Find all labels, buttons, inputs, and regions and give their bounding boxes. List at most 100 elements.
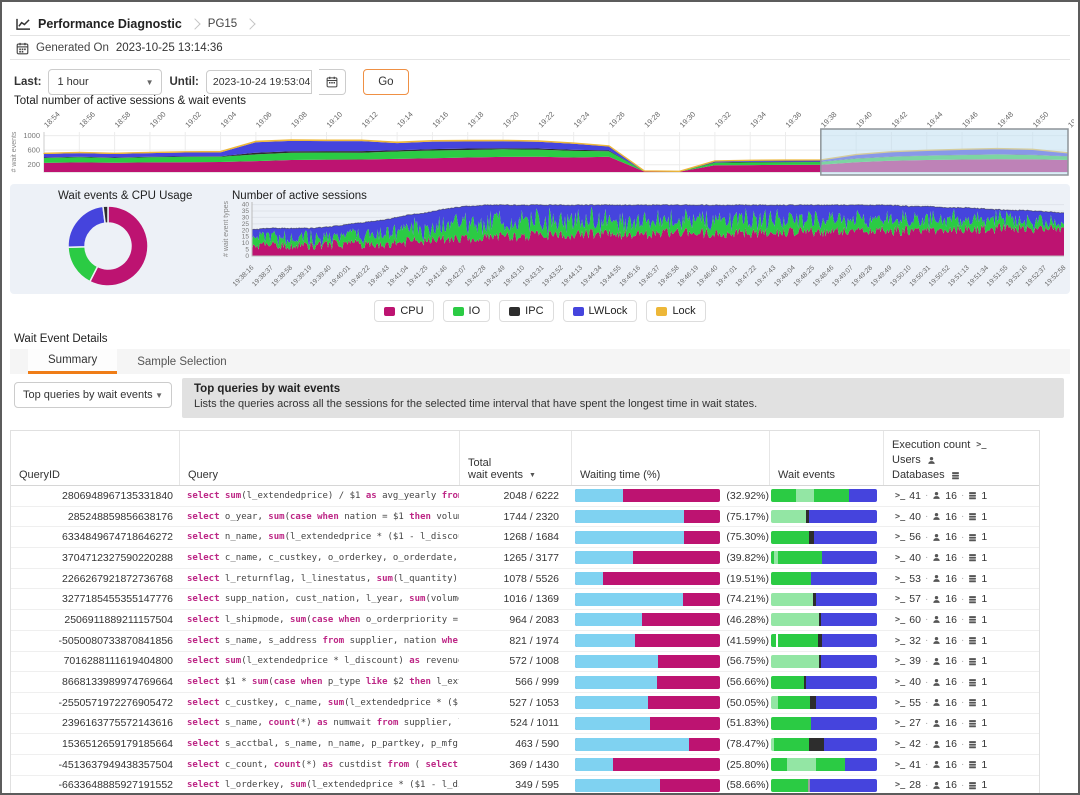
col-wait-events[interactable]: Wait events — [769, 431, 883, 485]
user-icon — [932, 512, 941, 521]
table-row[interactable]: 7016288111619404800select sum(l_extended… — [11, 651, 1039, 672]
wait-events-bar — [771, 613, 877, 626]
chevron-down-icon: ▼ — [155, 391, 163, 400]
databases-count: 1 — [981, 717, 987, 729]
databases-count: 1 — [981, 779, 987, 791]
waiting-time-cell: (32.92%) — [571, 489, 769, 502]
active-sessions-chart[interactable]: 0510152025303540# wait event types19:38:… — [216, 198, 1072, 292]
queryid-cell: 6334849674718646272 — [11, 531, 179, 543]
svg-text:35: 35 — [242, 208, 250, 215]
waiting-time-cell: (19.51%) — [571, 572, 769, 585]
execution-cell: >_42·16·1 — [883, 738, 1039, 750]
queryid-cell: 2266267921872736768 — [11, 573, 179, 585]
report-type-select[interactable]: Top queries by wait events ▼ — [14, 382, 172, 408]
legend-chip-lwlock[interactable]: LWLock — [563, 300, 638, 322]
terminal-icon: >_ — [976, 440, 986, 450]
legend-chip-io[interactable]: IO — [443, 300, 491, 322]
total-wait-events-cell: 524 / 1011 — [459, 717, 571, 729]
until-calendar-button[interactable] — [319, 69, 346, 95]
query-cell: select c_name, c_custkey, o_orderkey, o_… — [179, 553, 459, 563]
table-row[interactable]: 3277185455355147776select supp_nation, c… — [11, 588, 1039, 609]
svg-text:19:40: 19:40 — [854, 110, 874, 130]
until-input[interactable]: 2023-10-24 19:53:04+0 — [206, 70, 312, 94]
table-row[interactable]: 2396163775572143616select s_name, count(… — [11, 713, 1039, 734]
svg-text:19:06: 19:06 — [254, 110, 274, 130]
svg-text:19:28: 19:28 — [642, 110, 662, 130]
wait-events-bar — [771, 696, 877, 709]
waiting-time-cell: (75.17%) — [571, 510, 769, 523]
queryid-cell: 2396163775572143616 — [11, 717, 179, 729]
queryid-cell: 3277185455355147776 — [11, 593, 179, 605]
waiting-time-bar — [575, 676, 720, 689]
svg-text:19:22: 19:22 — [536, 110, 556, 130]
table-row[interactable]: 1536512659179185664select s_acctbal, s_n… — [11, 733, 1039, 754]
queryid-cell: 285248859856638176 — [11, 511, 179, 523]
query-cell: select l_orderkey, sum(l_extendedprice *… — [179, 780, 459, 790]
total-wait-events-cell: 1744 / 2320 — [459, 511, 571, 523]
legend-chip-cpu[interactable]: CPU — [374, 300, 433, 322]
table-row[interactable]: -6633648885927191552select l_orderkey, s… — [11, 775, 1039, 795]
user-icon — [932, 781, 941, 790]
col-execution[interactable]: Execution count>_ Users Databases — [883, 431, 1039, 485]
queryid-cell: 2506911889211157504 — [11, 614, 179, 626]
total-wait-events-cell: 463 / 590 — [459, 738, 571, 750]
terminal-icon: >_ — [895, 553, 905, 563]
col-waiting-time[interactable]: Waiting time (%) — [571, 431, 769, 485]
wait-events-bar — [771, 779, 877, 792]
databases-count: 1 — [981, 531, 987, 543]
svg-text:15: 15 — [242, 234, 250, 241]
waiting-time-pct: (74.21%) — [726, 593, 769, 605]
queryid-cell: 8668133989974769664 — [11, 676, 179, 688]
col-total-wait-events[interactable]: Total wait events▼ — [459, 431, 571, 485]
terminal-icon: >_ — [895, 532, 905, 542]
user-icon — [932, 740, 941, 749]
terminal-icon: >_ — [895, 760, 905, 770]
col-queryid[interactable]: QueryID — [11, 431, 179, 485]
database-icon — [968, 615, 977, 624]
database-icon — [968, 657, 977, 666]
terminal-icon: >_ — [895, 574, 905, 584]
query-cell: select supp_nation, cust_nation, l_year,… — [179, 594, 459, 604]
wait-events-cpu-donut[interactable] — [38, 198, 178, 292]
legend-chip-ipc[interactable]: IPC — [499, 300, 553, 322]
go-button[interactable]: Go — [363, 69, 409, 95]
svg-text:200: 200 — [27, 160, 40, 169]
table-row[interactable]: 3704712327590220288select c_name, c_cust… — [11, 547, 1039, 568]
execution-count: 42 — [909, 738, 921, 750]
table-row[interactable]: 6334849674718646272select n_name, sum(l_… — [11, 526, 1039, 547]
table-row[interactable]: -5050080733870841856select s_name, s_add… — [11, 630, 1039, 651]
waiting-time-bar — [575, 738, 720, 751]
execution-cell: >_41·16·1 — [883, 759, 1039, 771]
table-row[interactable]: -2550571972276905472select c_custkey, c_… — [11, 692, 1039, 713]
waiting-time-cell: (56.75%) — [571, 655, 769, 668]
execution-cell: >_40·16·1 — [883, 511, 1039, 523]
sessions-wait-events-chart[interactable]: 18:5418:5618:5819:0019:0219:0419:0619:08… — [8, 104, 1074, 182]
waiting-time-bar — [575, 634, 720, 647]
svg-text:19:26: 19:26 — [607, 110, 627, 130]
table-row[interactable]: 285248859856638176select o_year, sum(cas… — [11, 506, 1039, 527]
queries-table: QueryID Query Total wait events▼ Waiting… — [10, 430, 1040, 795]
table-row[interactable]: 2806948967135331840select sum(l_extended… — [11, 486, 1039, 506]
table-row[interactable]: 8668133989974769664select $1 * sum(case … — [11, 671, 1039, 692]
wait-events-bar — [771, 489, 877, 502]
database-icon — [968, 553, 977, 562]
table-row[interactable]: 2266267921872736768select l_returnflag, … — [11, 568, 1039, 589]
table-row[interactable]: 2506911889211157504select l_shipmode, su… — [11, 609, 1039, 630]
col-query[interactable]: Query — [179, 431, 459, 485]
users-count: 16 — [945, 573, 957, 585]
breadcrumb-server[interactable]: PG15 — [208, 18, 237, 30]
calendar-icon — [326, 76, 338, 88]
tab-summary[interactable]: Summary — [28, 349, 117, 374]
last-select[interactable]: 1 hour ▼ — [48, 69, 162, 95]
execution-cell: >_53·16·1 — [883, 573, 1039, 585]
table-row[interactable]: -4513637949438357504select c_count, coun… — [11, 754, 1039, 775]
waiting-time-pct: (50.05%) — [726, 697, 769, 709]
svg-text:10: 10 — [242, 240, 250, 247]
svg-text:40: 40 — [242, 202, 250, 209]
user-icon — [932, 595, 941, 604]
legend-chip-lock[interactable]: Lock — [646, 300, 705, 322]
wait-events-bar — [771, 758, 877, 771]
tab-sample-selection[interactable]: Sample Selection — [117, 349, 247, 374]
waiting-time-bar — [575, 593, 720, 606]
execution-count: 28 — [909, 779, 921, 791]
